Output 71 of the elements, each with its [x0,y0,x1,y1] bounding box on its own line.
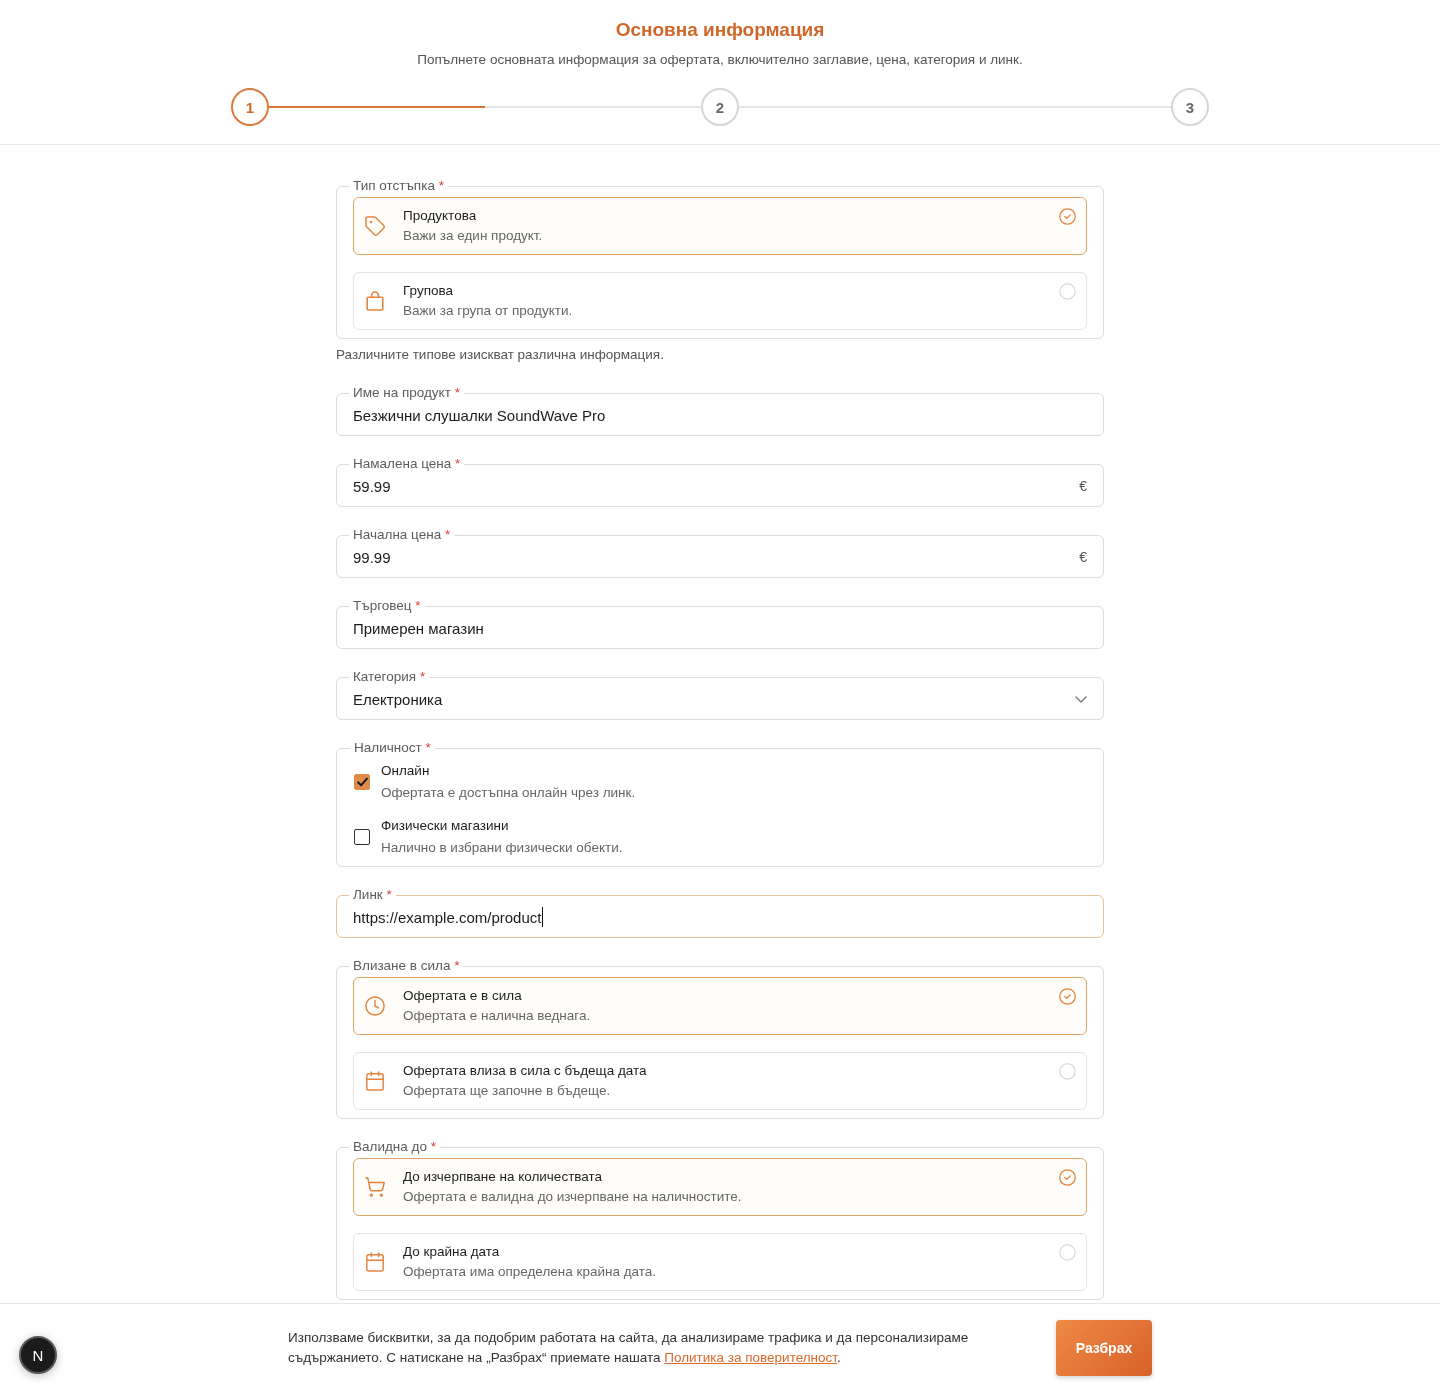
page-title: Основна информация [615,18,825,42]
text-field[interactable]: Линк * https://example.com/product [336,887,1104,938]
option-title: До изчерпване на количествата [403,1168,603,1186]
option-title: До крайна дата [403,1243,500,1261]
option-description: Офертата има определена крайна дата. [403,1263,657,1281]
chevron-down-icon [1075,695,1087,703]
option-title: Офертата е в сила [403,987,522,1005]
check-circle-icon [1059,208,1076,225]
option-title: Офертата влиза в сила с бъдеща дата [403,1062,647,1080]
check-circle-icon [1059,1169,1076,1186]
option-title: Групова [403,282,453,300]
shopping-bag-icon [365,291,385,311]
option-description: Офертата е достъпна онлайн чрез линк. [381,784,636,802]
step-indicator: 3 [1171,88,1209,126]
option-description: Офертата е налична веднага. [403,1007,591,1025]
field-value: https://example.com/product [353,908,542,926]
text-field[interactable]: Намалена цена * 59.99 € [336,456,1104,507]
calendar-icon [365,1252,385,1272]
field-value: Електроника [353,690,443,708]
text-cursor [542,907,544,927]
field-label: Тип отстъпка * [352,178,445,194]
shopping-cart-icon [365,1177,385,1197]
option-description: Важи за група от продукти. [403,302,573,320]
option-title: Онлайн [381,762,430,780]
option-description: Офертата е валидна до изчерпване на наличностите. [403,1188,742,1206]
field-label: Име на продукт * [352,385,461,401]
text-field[interactable]: Търговец * Примерен магазин [336,598,1104,649]
radio-circle-icon [1059,1244,1076,1261]
cookie-notice-text: Използваме бисквитки, за да подобрим работата на сайта, да анализираме трафика и да персонализираме съдържанието. С натискане на „Разбрах“ приемате нашата Политика за поверителност. [288,1329,970,1367]
option-card[interactable]: Офертата е в сила Офертата е налична веднага. [353,977,1087,1035]
field-label: Влизане в сила * [352,958,461,974]
currency-symbol: € [1079,549,1087,565]
field-label: Намалена цена * [352,456,462,472]
field-label: Търговец * [352,598,422,614]
tag-icon [365,216,385,236]
field-value: 99.99 [353,548,391,566]
field-label: Линк * [352,887,393,903]
text-field[interactable]: Име на продукт * Безжични слушалки SoundWave Pro [336,385,1104,436]
option-card[interactable]: До крайна дата Офертата има определена крайна дата. [353,1233,1087,1291]
select-field[interactable]: Категория * Електроника [336,669,1104,720]
clock-icon [365,996,385,1016]
field-value: Примерен магазин [353,619,484,637]
radio-circle-icon [1059,283,1076,300]
field-label: Валидна до * [352,1139,437,1155]
option-title: Продуктова [403,207,477,225]
step-indicator: 1 [231,88,269,126]
radio-circle-icon [1059,1063,1076,1080]
option-description: Офертата ще започне в бъдеще. [403,1082,611,1100]
option-description: Налично в избрани физически обекти. [381,839,623,857]
checkbox[interactable] [354,774,370,790]
helper-text: Различните типове изискват различна информация. [336,346,664,364]
checkbox[interactable] [354,829,370,845]
field-label: Начална цена * [352,527,452,543]
checkmark-icon [356,777,368,787]
option-card[interactable]: Офертата влиза в сила с бъдеща дата Офертата ще започне в бъдеще. [353,1052,1087,1110]
page-subtitle: Попълнете основната информация за офертата, включително заглавие, цена, категория и линк. [417,51,1023,69]
field-value: 59.99 [353,477,391,495]
field-label: Наличност * [353,740,432,756]
privacy-policy-link[interactable]: Политика за поверителност [664,1350,837,1365]
check-circle-icon [1059,988,1076,1005]
field-value: Безжични слушалки SoundWave Pro [353,406,606,424]
field-label: Категория * [352,669,427,685]
option-title: Физически магазини [381,817,509,835]
text-field[interactable]: Начална цена * 99.99 € [336,527,1104,578]
calendar-icon [365,1071,385,1091]
option-card[interactable]: До изчерпване на количествата Офертата е валидна до изчерпване на наличностите. [353,1158,1087,1216]
currency-symbol: € [1079,478,1087,494]
option-card[interactable]: Продуктова Важи за един продукт. [353,197,1087,255]
option-description: Важи за един продукт. [403,227,543,245]
option-card[interactable]: Групова Важи за група от продукти. [353,272,1087,330]
step-indicator: 2 [701,88,739,126]
